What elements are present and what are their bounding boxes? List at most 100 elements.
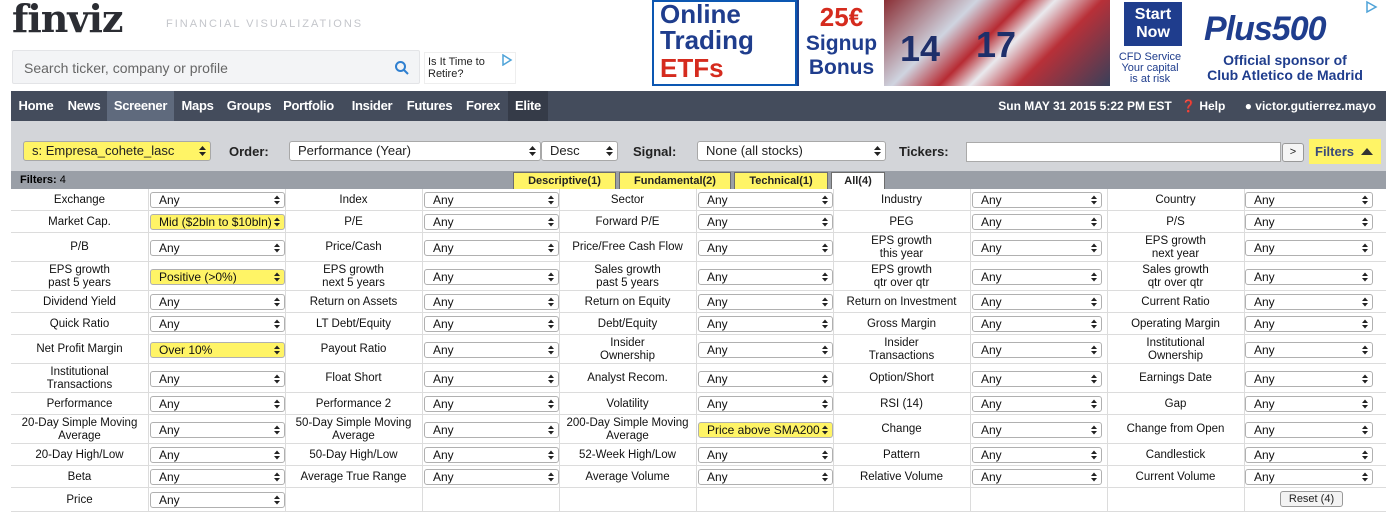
filter-select[interactable]: Any <box>424 469 559 485</box>
filter-select[interactable]: Any <box>698 342 833 358</box>
filter-select[interactable]: Any <box>1245 371 1373 387</box>
filter-select[interactable]: Any <box>972 447 1102 463</box>
filter-select[interactable]: Any <box>972 192 1102 208</box>
filter-select[interactable]: Any <box>424 371 559 387</box>
filter-select[interactable]: Over 10% <box>150 342 285 358</box>
filter-select[interactable]: Any <box>424 294 559 310</box>
filter-select[interactable]: Any <box>972 422 1102 438</box>
finviz-logo[interactable]: finviz <box>12 0 124 41</box>
tab-descriptive[interactable]: Descriptive(1) <box>513 172 616 189</box>
search-icon[interactable] <box>394 60 410 76</box>
user-icon[interactable]: ● <box>1245 99 1252 113</box>
filter-select[interactable]: Any <box>1245 214 1373 230</box>
filter-select[interactable]: Any <box>698 396 833 412</box>
filter-select[interactable]: Any <box>698 371 833 387</box>
filter-select[interactable]: Any <box>150 240 285 256</box>
nav-home[interactable]: Home <box>11 91 61 121</box>
filter-select[interactable]: Any <box>424 192 559 208</box>
filters-toggle-button[interactable]: Filters <box>1309 139 1381 164</box>
tab-all[interactable]: All(4) <box>831 172 885 189</box>
filter-select[interactable]: Any <box>698 469 833 485</box>
filter-select[interactable]: Any <box>424 342 559 358</box>
filter-select[interactable]: Any <box>972 469 1102 485</box>
filter-select[interactable]: Any <box>1245 294 1373 310</box>
filter-select[interactable]: Mid ($2bln to $10bln) <box>150 214 285 230</box>
adchoices-icon[interactable] <box>501 54 513 66</box>
filter-select[interactable]: Any <box>150 192 285 208</box>
direction-select[interactable]: Desc <box>541 141 618 161</box>
select-arrows-icon <box>1091 319 1097 329</box>
user-link[interactable]: victor.gutierrez.mayo <box>1255 99 1376 113</box>
filter-select[interactable]: Price above SMA200 <box>698 422 833 438</box>
nav-screener[interactable]: Screener <box>107 91 174 121</box>
search-input[interactable]: Search ticker, company or profile <box>12 50 420 84</box>
filter-select[interactable]: Any <box>150 294 285 310</box>
filter-select[interactable]: Any <box>150 447 285 463</box>
filter-select-value: Any <box>981 448 1002 462</box>
filter-select[interactable]: Any <box>972 316 1102 332</box>
filter-select[interactable]: Any <box>424 447 559 463</box>
filter-select[interactable]: Any <box>424 240 559 256</box>
filter-select[interactable]: Any <box>972 371 1102 387</box>
filter-select[interactable]: Any <box>1245 396 1373 412</box>
reset-button[interactable]: Reset (4) <box>1280 491 1343 507</box>
filter-select[interactable]: Any <box>698 240 833 256</box>
filter-select[interactable]: Any <box>424 269 559 285</box>
nav-groups[interactable]: Groups <box>221 91 277 121</box>
help-icon[interactable]: ❓ <box>1181 99 1196 113</box>
filter-select[interactable]: Any <box>972 294 1102 310</box>
nav-forex[interactable]: Forex <box>458 91 508 121</box>
signal-select[interactable]: None (all stocks) <box>697 141 886 161</box>
filter-select[interactable]: Any <box>1245 469 1373 485</box>
filter-select[interactable]: Any <box>424 396 559 412</box>
filter-select[interactable]: Any <box>150 422 285 438</box>
filter-select[interactable]: Any <box>1245 422 1373 438</box>
filter-select[interactable]: Positive (>0%) <box>150 269 285 285</box>
filter-select[interactable]: Any <box>972 240 1102 256</box>
filter-select[interactable]: Any <box>698 316 833 332</box>
filter-select[interactable]: Any <box>1245 342 1373 358</box>
tab-technical[interactable]: Technical(1) <box>734 172 828 189</box>
filter-select[interactable]: Any <box>972 214 1102 230</box>
filter-label: Average Volume <box>585 471 670 483</box>
filter-select[interactable]: Any <box>150 492 285 508</box>
filter-select[interactable]: Any <box>698 192 833 208</box>
filter-select[interactable]: Any <box>1245 316 1373 332</box>
filter-select-value: Any <box>707 448 728 462</box>
adchoices-icon[interactable] <box>1364 0 1378 14</box>
filter-select[interactable]: Any <box>1245 240 1373 256</box>
filter-select[interactable]: Any <box>972 269 1102 285</box>
filter-select[interactable]: Any <box>972 396 1102 412</box>
filter-select[interactable]: Any <box>150 396 285 412</box>
nav-futures[interactable]: Futures <box>404 91 455 121</box>
filter-select[interactable]: Any <box>150 316 285 332</box>
nav-news[interactable]: News <box>61 91 107 121</box>
preset-select[interactable]: s: Empresa_cohete_lasc <box>23 141 211 161</box>
filter-select[interactable]: Any <box>698 447 833 463</box>
filter-select[interactable]: Any <box>424 214 559 230</box>
filter-select[interactable]: Any <box>424 316 559 332</box>
filter-select[interactable]: Any <box>1245 447 1373 463</box>
filter-select[interactable]: Any <box>150 469 285 485</box>
help-link[interactable]: Help <box>1199 99 1225 113</box>
banner-ad[interactable]: Online Trading ETFs 25€ Signup Bonus 14 … <box>652 0 1380 86</box>
tab-fundamental[interactable]: Fundamental(2) <box>619 172 731 189</box>
small-ad[interactable]: Is It Time to Retire? <box>424 52 516 84</box>
filter-select[interactable]: Any <box>424 422 559 438</box>
nav-maps[interactable]: Maps <box>174 91 221 121</box>
order-select[interactable]: Performance (Year) <box>289 141 541 161</box>
filter-select[interactable]: Any <box>1245 192 1373 208</box>
filter-select[interactable]: Any <box>1245 269 1373 285</box>
filter-select[interactable]: Any <box>698 294 833 310</box>
filter-select[interactable]: Any <box>698 269 833 285</box>
nav-portfolio[interactable]: Portfolio <box>277 91 340 121</box>
filter-select[interactable]: Any <box>150 371 285 387</box>
nav-insider[interactable]: Insider <box>340 91 404 121</box>
banner-start-button[interactable]: Start Now <box>1124 2 1182 46</box>
tickers-go-button[interactable]: > <box>1282 143 1304 162</box>
filter-select[interactable]: Any <box>972 342 1102 358</box>
nav-elite[interactable]: Elite <box>508 91 548 121</box>
tickers-input[interactable] <box>966 142 1281 162</box>
signal-label: Signal: <box>633 144 677 159</box>
filter-select[interactable]: Any <box>698 214 833 230</box>
